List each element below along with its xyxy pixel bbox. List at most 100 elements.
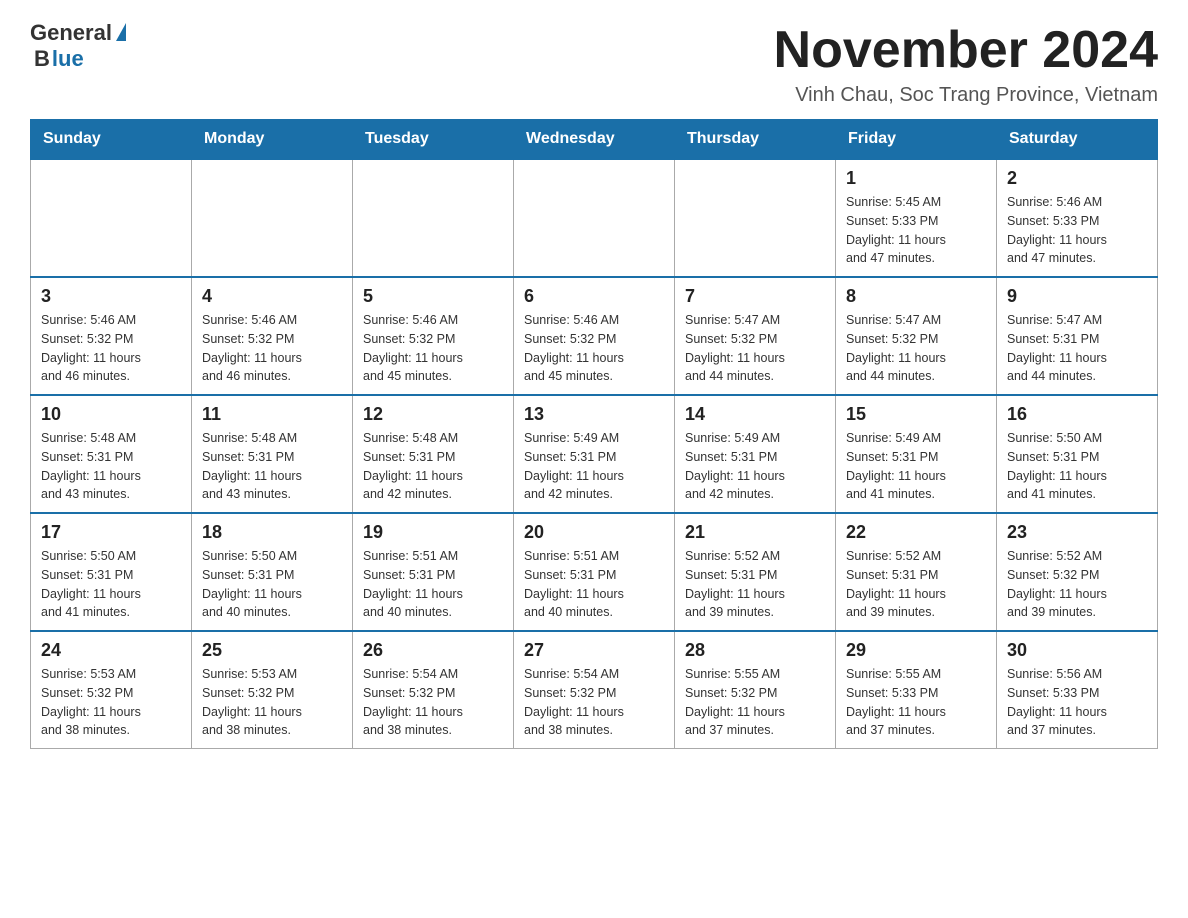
day-info: Sunrise: 5:47 AMSunset: 5:32 PMDaylight:… bbox=[685, 311, 825, 386]
day-info: Sunrise: 5:49 AMSunset: 5:31 PMDaylight:… bbox=[524, 429, 664, 504]
calendar-cell-week5-day3: 27 Sunrise: 5:54 AMSunset: 5:32 PMDayligh… bbox=[514, 631, 675, 749]
calendar-cell-week5-day6: 30Sunrise: 5:56 AMSunset: 5:33 PMDayligh… bbox=[997, 631, 1158, 749]
calendar-header-saturday: Saturday bbox=[997, 120, 1158, 160]
day-number: 23 bbox=[1007, 522, 1147, 543]
day-info: Sunrise: 5:45 AMSunset: 5:33 PMDaylight:… bbox=[846, 193, 986, 268]
title-section: November 2024 Vinh Chau, Soc Trang Provi… bbox=[774, 20, 1158, 107]
calendar-cell-week3-day0: 10 Sunrise: 5:48 AMSunset: 5:31 PMDayligh… bbox=[31, 395, 192, 513]
calendar-cell-week3-day6: 16Sunrise: 5:50 AMSunset: 5:31 PMDayligh… bbox=[997, 395, 1158, 513]
day-info: Sunrise: 5:53 AMSunset: 5:32 PMDaylight:… bbox=[41, 665, 181, 740]
day-number: 15 bbox=[846, 404, 986, 425]
day-number: 16 bbox=[1007, 404, 1147, 425]
day-number: 22 bbox=[846, 522, 986, 543]
day-number: 21 bbox=[685, 522, 825, 543]
day-info: Sunrise: 5:50 AMSunset: 5:31 PMDaylight:… bbox=[202, 547, 342, 622]
calendar-header-thursday: Thursday bbox=[675, 120, 836, 160]
day-number: 11 bbox=[202, 404, 342, 425]
day-number: 3 bbox=[41, 286, 181, 307]
logo-triangle-icon bbox=[116, 23, 126, 41]
logo-top: General bbox=[30, 20, 126, 46]
day-info: Sunrise: 5:48 AMSunset: 5:31 PMDaylight:… bbox=[41, 429, 181, 504]
day-info: Sunrise: 5:48 AMSunset: 5:31 PMDaylight:… bbox=[202, 429, 342, 504]
week-row-2: 3 Sunrise: 5:46 AMSunset: 5:32 PMDaylight… bbox=[31, 277, 1158, 395]
day-number: 20 bbox=[524, 522, 664, 543]
calendar-cell-week2-day6: 9 Sunrise: 5:47 AMSunset: 5:31 PMDaylight… bbox=[997, 277, 1158, 395]
calendar-cell-week2-day5: 8 Sunrise: 5:47 AMSunset: 5:32 PMDaylight… bbox=[836, 277, 997, 395]
day-info: Sunrise: 5:46 AMSunset: 5:32 PMDaylight:… bbox=[363, 311, 503, 386]
calendar-cell-week5-day2: 26 Sunrise: 5:54 AMSunset: 5:32 PMDayligh… bbox=[353, 631, 514, 749]
calendar-cell-week5-day5: 29Sunrise: 5:55 AMSunset: 5:33 PMDayligh… bbox=[836, 631, 997, 749]
calendar-cell-week5-day0: 24 Sunrise: 5:53 AMSunset: 5:32 PMDayligh… bbox=[31, 631, 192, 749]
day-number: 17 bbox=[41, 522, 181, 543]
calendar-header-friday: Friday bbox=[836, 120, 997, 160]
calendar-cell-week4-day3: 20 Sunrise: 5:51 AMSunset: 5:31 PMDayligh… bbox=[514, 513, 675, 631]
day-info: Sunrise: 5:47 AMSunset: 5:32 PMDaylight:… bbox=[846, 311, 986, 386]
calendar-cell-week4-day6: 23 Sunrise: 5:52 AMSunset: 5:32 PMDayligh… bbox=[997, 513, 1158, 631]
calendar-cell-week1-day1 bbox=[192, 159, 353, 277]
calendar-cell-week1-day5: 1 Sunrise: 5:45 AMSunset: 5:33 PMDaylight… bbox=[836, 159, 997, 277]
day-info: Sunrise: 5:55 AMSunset: 5:32 PMDaylight:… bbox=[685, 665, 825, 740]
calendar-cell-week2-day0: 3Sunrise: 5:46 AMSunset: 5:32 PMDaylight… bbox=[31, 277, 192, 395]
logo-b-text: B bbox=[34, 46, 50, 72]
calendar-cell-week5-day4: 28 Sunrise: 5:55 AMSunset: 5:32 PMDayligh… bbox=[675, 631, 836, 749]
main-title: November 2024 bbox=[774, 20, 1158, 80]
day-number: 9 bbox=[1007, 286, 1147, 307]
calendar-cell-week3-day3: 13 Sunrise: 5:49 AMSunset: 5:31 PMDayligh… bbox=[514, 395, 675, 513]
day-info: Sunrise: 5:52 AMSunset: 5:31 PMDaylight:… bbox=[846, 547, 986, 622]
calendar-cell-week3-day4: 14 Sunrise: 5:49 AMSunset: 5:31 PMDayligh… bbox=[675, 395, 836, 513]
day-number: 24 bbox=[41, 640, 181, 661]
day-number: 26 bbox=[363, 640, 503, 661]
calendar-cell-week1-day4 bbox=[675, 159, 836, 277]
week-row-1: 1 Sunrise: 5:45 AMSunset: 5:33 PMDaylight… bbox=[31, 159, 1158, 277]
day-number: 6 bbox=[524, 286, 664, 307]
calendar-table: SundayMondayTuesdayWednesdayThursdayFrid… bbox=[30, 119, 1158, 749]
calendar-cell-week3-day1: 11 Sunrise: 5:48 AMSunset: 5:31 PMDayligh… bbox=[192, 395, 353, 513]
calendar-cell-week1-day2 bbox=[353, 159, 514, 277]
day-info: Sunrise: 5:54 AMSunset: 5:32 PMDaylight:… bbox=[524, 665, 664, 740]
day-info: Sunrise: 5:49 AMSunset: 5:31 PMDaylight:… bbox=[685, 429, 825, 504]
day-number: 19 bbox=[363, 522, 503, 543]
calendar-cell-week4-day2: 19Sunrise: 5:51 AMSunset: 5:31 PMDayligh… bbox=[353, 513, 514, 631]
day-info: Sunrise: 5:48 AMSunset: 5:31 PMDaylight:… bbox=[363, 429, 503, 504]
day-info: Sunrise: 5:52 AMSunset: 5:32 PMDaylight:… bbox=[1007, 547, 1147, 622]
day-info: Sunrise: 5:46 AMSunset: 5:32 PMDaylight:… bbox=[524, 311, 664, 386]
day-number: 2 bbox=[1007, 168, 1147, 189]
day-info: Sunrise: 5:54 AMSunset: 5:32 PMDaylight:… bbox=[363, 665, 503, 740]
logo: General B lue bbox=[30, 20, 126, 72]
calendar-cell-week2-day2: 5 Sunrise: 5:46 AMSunset: 5:32 PMDaylight… bbox=[353, 277, 514, 395]
subtitle: Vinh Chau, Soc Trang Province, Vietnam bbox=[774, 84, 1158, 107]
day-number: 25 bbox=[202, 640, 342, 661]
calendar-cell-week1-day6: 2 Sunrise: 5:46 AMSunset: 5:33 PMDaylight… bbox=[997, 159, 1158, 277]
calendar-cell-week2-day3: 6 Sunrise: 5:46 AMSunset: 5:32 PMDaylight… bbox=[514, 277, 675, 395]
day-info: Sunrise: 5:47 AMSunset: 5:31 PMDaylight:… bbox=[1007, 311, 1147, 386]
calendar-cell-week4-day4: 21 Sunrise: 5:52 AMSunset: 5:31 PMDayligh… bbox=[675, 513, 836, 631]
day-number: 1 bbox=[846, 168, 986, 189]
day-number: 30 bbox=[1007, 640, 1147, 661]
day-number: 4 bbox=[202, 286, 342, 307]
calendar-cell-week5-day1: 25 Sunrise: 5:53 AMSunset: 5:32 PMDayligh… bbox=[192, 631, 353, 749]
day-number: 28 bbox=[685, 640, 825, 661]
calendar-cell-week1-day0 bbox=[31, 159, 192, 277]
day-number: 10 bbox=[41, 404, 181, 425]
day-number: 5 bbox=[363, 286, 503, 307]
calendar-cell-week4-day1: 18Sunrise: 5:50 AMSunset: 5:31 PMDayligh… bbox=[192, 513, 353, 631]
calendar-cell-week1-day3 bbox=[514, 159, 675, 277]
day-info: Sunrise: 5:46 AMSunset: 5:33 PMDaylight:… bbox=[1007, 193, 1147, 268]
day-number: 14 bbox=[685, 404, 825, 425]
week-row-4: 17 Sunrise: 5:50 AMSunset: 5:31 PMDayligh… bbox=[31, 513, 1158, 631]
calendar-header-wednesday: Wednesday bbox=[514, 120, 675, 160]
calendar-cell-week4-day5: 22 Sunrise: 5:52 AMSunset: 5:31 PMDayligh… bbox=[836, 513, 997, 631]
calendar-header-row: SundayMondayTuesdayWednesdayThursdayFrid… bbox=[31, 120, 1158, 160]
calendar-cell-week2-day4: 7Sunrise: 5:47 AMSunset: 5:32 PMDaylight… bbox=[675, 277, 836, 395]
day-info: Sunrise: 5:52 AMSunset: 5:31 PMDaylight:… bbox=[685, 547, 825, 622]
calendar-cell-week3-day5: 15Sunrise: 5:49 AMSunset: 5:31 PMDayligh… bbox=[836, 395, 997, 513]
day-number: 29 bbox=[846, 640, 986, 661]
day-number: 13 bbox=[524, 404, 664, 425]
day-number: 8 bbox=[846, 286, 986, 307]
calendar-cell-week4-day0: 17Sunrise: 5:50 AMSunset: 5:31 PMDayligh… bbox=[31, 513, 192, 631]
logo-blue-text: lue bbox=[52, 46, 84, 72]
day-info: Sunrise: 5:51 AMSunset: 5:31 PMDaylight:… bbox=[524, 547, 664, 622]
logo-general-text: General bbox=[30, 20, 112, 46]
day-info: Sunrise: 5:53 AMSunset: 5:32 PMDaylight:… bbox=[202, 665, 342, 740]
day-number: 27 bbox=[524, 640, 664, 661]
